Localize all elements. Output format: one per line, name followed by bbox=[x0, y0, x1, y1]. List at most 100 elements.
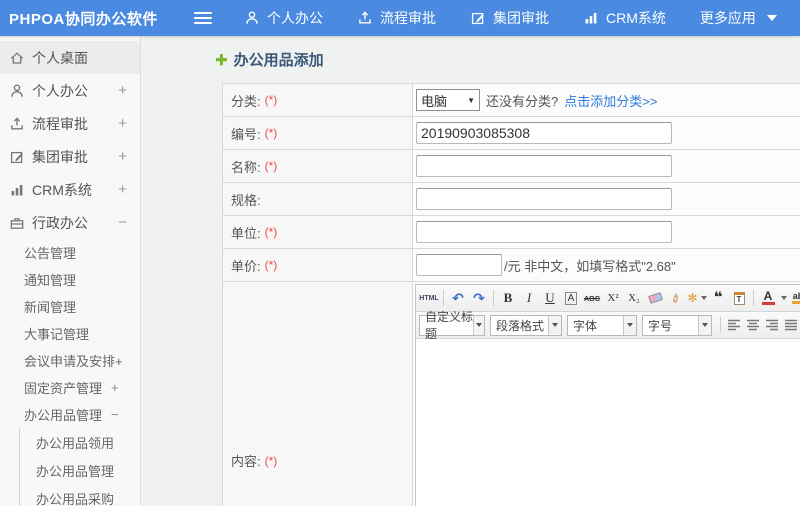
person-icon bbox=[9, 83, 25, 99]
name-input[interactable] bbox=[416, 155, 672, 177]
sparkle-icon: ✻ bbox=[687, 291, 698, 305]
heading-dropdown[interactable]: 自定义标题 bbox=[419, 310, 485, 341]
font-family-dropdown[interactable]: 字体 bbox=[567, 314, 637, 336]
subscript-button[interactable]: X₂ bbox=[624, 288, 644, 308]
sidebar-label: 会议申请及安排+ bbox=[24, 354, 123, 369]
nav-personal-office[interactable]: 个人办公 bbox=[244, 8, 323, 28]
page-title: ✚ 办公用品添加 bbox=[215, 49, 324, 70]
unit-input[interactable] bbox=[416, 221, 672, 243]
caret-down-icon bbox=[473, 315, 484, 335]
field-label: 单价: (*) bbox=[223, 249, 413, 281]
topbar: PHPOA协同办公软件 个人办公 流程审批 集团审批 CRM系统 更多应用 bbox=[0, 0, 800, 36]
sidebar-item-notice-mgmt[interactable]: 通知管理 bbox=[0, 266, 140, 293]
sidebar: 个人桌面 个人办公 + 流程审批 + 集团审批 + CRM系统 + 行政办公 −… bbox=[0, 36, 141, 506]
required-marker: (*) bbox=[264, 453, 278, 468]
label-text: 内容: bbox=[231, 454, 261, 469]
html-source-button[interactable]: HTML bbox=[419, 288, 439, 308]
toolbar-separator bbox=[720, 317, 721, 333]
nav-workflow-approval[interactable]: 流程审批 bbox=[357, 8, 436, 28]
nav-crm-system[interactable]: CRM系统 bbox=[583, 8, 666, 28]
nav-label: 流程审批 bbox=[380, 10, 436, 26]
highlight-color-button[interactable]: ab bbox=[788, 288, 800, 308]
align-justify-icon[interactable] bbox=[784, 319, 798, 331]
main-content: ✚ 办公用品添加 分类: (*) 电脑 ▼ 还没有分类? 点击添加分类>> 编号… bbox=[142, 36, 800, 506]
price-input[interactable] bbox=[416, 254, 502, 276]
sidebar-item-supplies-purchase[interactable]: 办公用品采购 bbox=[20, 484, 140, 506]
dropdown-value: 字号 bbox=[648, 318, 673, 333]
caret-down-icon bbox=[698, 315, 711, 335]
sidebar-item-personal-office[interactable]: 个人办公 + bbox=[0, 74, 140, 107]
caret-down-icon bbox=[781, 296, 787, 300]
required-marker: (*) bbox=[264, 126, 278, 140]
superscript-button[interactable]: X² bbox=[603, 288, 623, 308]
bold-button[interactable]: B bbox=[498, 288, 518, 308]
page-title-text: 办公用品添加 bbox=[233, 52, 324, 69]
font-color-icon: A bbox=[758, 288, 778, 308]
field-label: 内容: (*) bbox=[223, 282, 413, 506]
form-row-code: 编号: (*) bbox=[223, 117, 800, 150]
required-marker: (*) bbox=[264, 225, 278, 239]
price-suffix: /元 非中文，如填写格式"2.68" bbox=[504, 258, 676, 274]
add-category-link[interactable]: 点击添加分类>> bbox=[564, 91, 657, 110]
font-color-button[interactable]: A bbox=[758, 288, 787, 308]
paste-as-text-button[interactable]: T bbox=[729, 288, 749, 308]
sidebar-label: 办公用品管理 bbox=[36, 463, 115, 479]
sidebar-item-personal-desktop[interactable]: 个人桌面 bbox=[0, 41, 140, 74]
select-caret-icon: ▼ bbox=[467, 95, 475, 105]
align-right-icon[interactable] bbox=[765, 319, 779, 331]
format-brush-button[interactable]: ✏ bbox=[666, 288, 686, 308]
spec-input[interactable] bbox=[416, 188, 672, 210]
undo-button[interactable]: ↶ bbox=[448, 288, 468, 308]
bar-chart-icon bbox=[583, 10, 599, 26]
sidebar-item-supplies-claim[interactable]: 办公用品领用 bbox=[20, 428, 140, 456]
sidebar-item-group-approval[interactable]: 集团审批 + bbox=[0, 140, 140, 173]
sidebar-item-fixed-assets-mgmt[interactable]: 固定资产管理 + bbox=[0, 374, 140, 401]
redo-button[interactable]: ↷ bbox=[469, 288, 489, 308]
blockquote-button[interactable]: ❝ bbox=[708, 288, 728, 308]
strikethrough-button[interactable]: ABC bbox=[582, 288, 602, 308]
edit-square-icon bbox=[9, 149, 25, 165]
sidebar-item-office-supplies-mgmt[interactable]: 办公用品管理 − bbox=[0, 401, 140, 428]
color-bar-red bbox=[761, 302, 775, 305]
label-text: 分类: bbox=[231, 93, 261, 109]
sidebar-item-admin-office[interactable]: 行政办公 − bbox=[0, 206, 140, 239]
sidebar-item-crm-system[interactable]: CRM系统 + bbox=[0, 173, 140, 206]
align-center-icon[interactable] bbox=[746, 319, 760, 331]
auto-typeset-button[interactable]: ✻ bbox=[687, 288, 707, 308]
field-label: 单位: (*) bbox=[223, 216, 413, 248]
sidebar-item-announcement-mgmt[interactable]: 公告管理 bbox=[0, 239, 140, 266]
paragraph-format-dropdown[interactable]: 段落格式 bbox=[490, 314, 562, 336]
char-border-button[interactable]: A bbox=[561, 288, 581, 308]
sidebar-label: 大事记管理 bbox=[24, 327, 90, 342]
sidebar-label: 集团审批 bbox=[32, 148, 88, 165]
remove-format-button[interactable] bbox=[645, 288, 665, 308]
sidebar-label: 行政办公 bbox=[32, 214, 88, 231]
align-left-icon[interactable] bbox=[727, 319, 741, 331]
font-size-dropdown[interactable]: 字号 bbox=[642, 314, 712, 336]
underline-button[interactable]: U bbox=[540, 288, 560, 308]
dropdown-value: 字体 bbox=[573, 318, 598, 333]
sidebar-subgroup-office-supplies: 办公用品领用 办公用品管理 办公用品采购 bbox=[19, 428, 140, 506]
required-marker: (*) bbox=[264, 159, 278, 173]
nav-more-apps[interactable]: 更多应用 bbox=[700, 8, 777, 28]
italic-button[interactable]: I bbox=[519, 288, 539, 308]
sidebar-item-supplies-manage[interactable]: 办公用品管理 bbox=[20, 456, 140, 484]
expand-plus-icon: + bbox=[111, 380, 119, 395]
label-text: 规格: bbox=[231, 192, 261, 208]
editor-content-area[interactable] bbox=[416, 339, 800, 506]
caret-down-icon bbox=[700, 296, 707, 300]
sidebar-item-meeting-mgmt[interactable]: 会议申请及安排+ bbox=[0, 347, 140, 374]
nav-group-approval[interactable]: 集团审批 bbox=[470, 8, 549, 28]
supplies-add-form: 分类: (*) 电脑 ▼ 还没有分类? 点击添加分类>> 编号: (*) 201… bbox=[222, 83, 800, 506]
category-hint: 还没有分类? bbox=[486, 93, 559, 109]
plus-icon: ✚ bbox=[215, 51, 228, 69]
hamburger-icon[interactable] bbox=[194, 9, 212, 27]
boxed-a-icon: A bbox=[564, 291, 578, 305]
category-select[interactable]: 电脑 ▼ bbox=[416, 89, 480, 111]
code-input[interactable] bbox=[416, 122, 672, 144]
sidebar-item-events-mgmt[interactable]: 大事记管理 bbox=[0, 320, 140, 347]
sidebar-item-workflow-approval[interactable]: 流程审批 + bbox=[0, 107, 140, 140]
caret-down-icon bbox=[623, 315, 636, 335]
sidebar-item-news-mgmt[interactable]: 新闻管理 bbox=[0, 293, 140, 320]
required-marker: (*) bbox=[264, 93, 278, 107]
